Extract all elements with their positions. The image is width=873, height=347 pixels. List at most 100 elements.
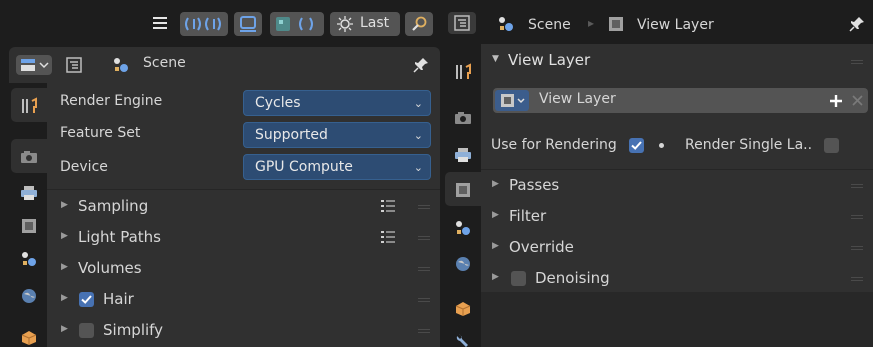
render-engine-label: Render Engine <box>60 93 163 109</box>
keyframe-dot-icon[interactable] <box>659 143 664 148</box>
disclosure-triangle-icon: ▶ <box>492 179 499 189</box>
section-sampling[interactable]: ▶ Sampling <box>47 191 440 222</box>
pin-icon[interactable] <box>847 14 867 34</box>
section-label: Volumes <box>78 259 142 277</box>
panel-title: View Layer <box>508 51 591 69</box>
section-simplify[interactable]: ▶ Simplify <box>47 315 440 346</box>
chevron-down-icon: ⌄ <box>413 97 423 110</box>
tab-view-layer[interactable] <box>445 172 481 206</box>
section-passes[interactable]: ▶ Passes <box>481 170 873 201</box>
scene-icon <box>496 14 516 34</box>
empty-panel-area <box>481 292 873 347</box>
drag-handle-icon[interactable] <box>851 213 863 221</box>
search-icon <box>410 15 428 33</box>
drag-handle-icon[interactable] <box>418 234 430 242</box>
render-single-layer-checkbox[interactable] <box>824 138 839 153</box>
feature-set-dropdown[interactable]: Supported ⌄ <box>243 122 431 148</box>
section-light-paths[interactable]: ▶ Light Paths <box>47 222 440 253</box>
disclosure-open-icon: ▼ <box>492 54 499 64</box>
drag-handle-icon[interactable] <box>851 182 863 190</box>
search-button[interactable] <box>405 12 433 36</box>
properties-header: Scene <box>9 47 440 83</box>
drag-handle-icon[interactable] <box>418 296 430 304</box>
device-dropdown[interactable]: GPU Compute ⌄ <box>243 154 431 180</box>
printer-icon[interactable] <box>453 145 473 165</box>
section-label: Passes <box>509 176 560 194</box>
drag-handle-icon[interactable] <box>418 265 430 273</box>
last-frame-button[interactable]: Last <box>330 12 400 36</box>
pin-icon[interactable] <box>411 55 431 75</box>
drag-handle-icon[interactable] <box>418 327 430 335</box>
view-layer-name-input[interactable]: View Layer <box>539 91 616 107</box>
breadcrumb-view-layer[interactable]: View Layer <box>637 17 714 33</box>
world-icon[interactable] <box>453 254 473 274</box>
section-label: Light Paths <box>78 228 161 246</box>
section-volumes[interactable]: ▶ Volumes <box>47 253 440 284</box>
section-divider <box>47 189 440 190</box>
last-label: Last <box>360 15 390 31</box>
section-label: Sampling <box>78 197 149 215</box>
scene-tab-icon[interactable] <box>453 218 473 238</box>
tab-render[interactable] <box>11 139 47 173</box>
scene-icon <box>111 55 131 75</box>
properties-tabs-right <box>443 44 481 347</box>
scene-label: Scene <box>143 55 186 71</box>
feature-set-label: Feature Set <box>60 125 141 141</box>
tool-icon[interactable] <box>453 62 473 82</box>
device-label: Device <box>60 159 108 175</box>
overlay-toggle-button[interactable] <box>270 12 324 36</box>
render-single-layer-label: Render Single La.. <box>685 137 813 153</box>
printer-icon[interactable] <box>19 183 39 203</box>
disclosure-triangle-icon: ▶ <box>61 200 68 210</box>
remove-view-layer-icon[interactable] <box>847 90 867 111</box>
drag-handle-icon[interactable] <box>851 275 863 283</box>
presets-list-icon[interactable] <box>380 198 396 214</box>
breadcrumb-scene[interactable]: Scene <box>528 17 571 33</box>
tab-tool[interactable] <box>11 88 47 122</box>
drag-handle-icon[interactable] <box>851 58 863 66</box>
view-layer-panel-header[interactable]: ▼ View Layer <box>481 44 873 78</box>
tool-icon <box>19 96 39 116</box>
render-engine-dropdown[interactable]: Cycles ⌄ <box>243 90 431 116</box>
scene-tab-icon[interactable] <box>19 249 39 269</box>
disclosure-triangle-icon: ▶ <box>61 231 68 241</box>
render-properties-panel: Render Engine Cycles ⌄ Feature Set Suppo… <box>47 83 440 347</box>
section-override[interactable]: ▶ Override <box>481 232 873 263</box>
section-label: Filter <box>509 207 547 225</box>
view-layer-tab-icon[interactable] <box>19 216 39 236</box>
hair-checkbox[interactable] <box>79 292 94 307</box>
view-layer-browse-button[interactable] <box>495 90 529 111</box>
denoising-checkbox[interactable] <box>511 271 526 286</box>
drag-handle-icon[interactable] <box>851 244 863 252</box>
device-value: GPU Compute <box>255 159 353 175</box>
simplify-checkbox[interactable] <box>79 323 94 338</box>
outliner-icon[interactable] <box>448 12 476 34</box>
section-label: Denoising <box>535 269 610 287</box>
disclosure-triangle-icon: ▶ <box>61 293 68 303</box>
object-icon[interactable] <box>453 299 473 319</box>
presets-list-icon[interactable] <box>380 229 396 245</box>
disclosure-triangle-icon: ▶ <box>492 272 499 282</box>
section-denoising[interactable]: ▶ Denoising <box>481 263 873 294</box>
section-filter[interactable]: ▶ Filter <box>481 201 873 232</box>
outliner-icon[interactable] <box>64 55 84 75</box>
view-layer-selector: View Layer <box>493 88 868 113</box>
use-for-rendering-checkbox[interactable] <box>629 138 644 153</box>
hamburger-menu-icon[interactable] <box>152 14 168 32</box>
wrench-icon[interactable] <box>453 333 473 347</box>
add-view-layer-button[interactable] <box>825 90 846 111</box>
section-label: Hair <box>103 290 134 308</box>
disclosure-triangle-icon: ▶ <box>492 210 499 220</box>
view-layer-tab-icon <box>453 180 473 200</box>
section-hair[interactable]: ▶ Hair <box>47 284 440 315</box>
section-label: Simplify <box>103 321 164 339</box>
view-layer-icon <box>606 14 626 34</box>
object-icon[interactable] <box>19 328 39 347</box>
render-engine-value: Cycles <box>255 95 301 111</box>
drag-handle-icon[interactable] <box>418 203 430 211</box>
camera-back-icon[interactable] <box>453 108 473 128</box>
world-icon[interactable] <box>19 286 39 306</box>
editor-type-dropdown[interactable] <box>16 55 52 75</box>
view-sync-button[interactable] <box>180 12 228 36</box>
image-view-button[interactable] <box>234 12 262 36</box>
